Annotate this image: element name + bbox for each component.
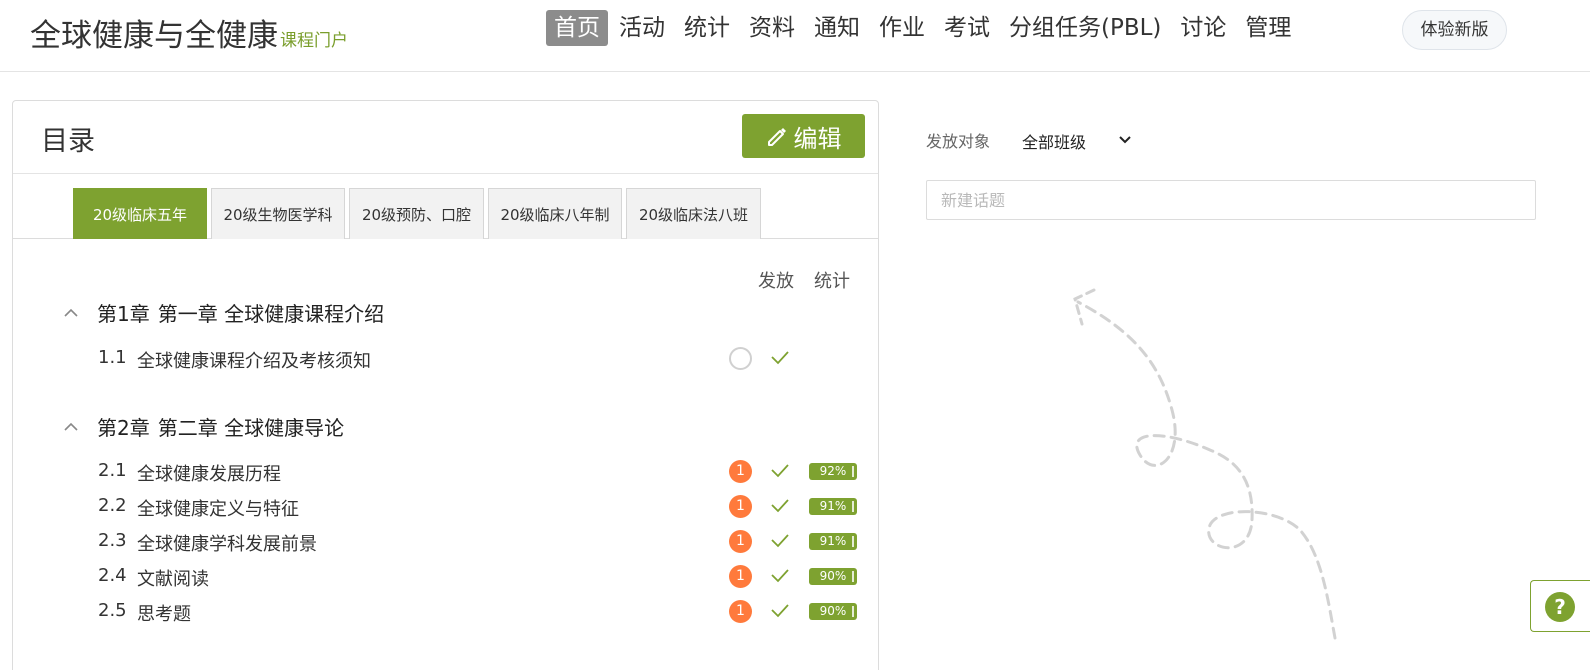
dashed-arrow-illustration: [1073, 288, 1337, 640]
lesson-title[interactable]: 全球健康定义与特征: [137, 495, 299, 521]
publish-count-badge[interactable]: 1: [729, 565, 752, 588]
chevron-down-icon: [1119, 136, 1131, 144]
column-stats-header: 统计: [814, 271, 850, 292]
chevron-up-icon[interactable]: [63, 308, 85, 318]
tab-class-2[interactable]: 20级生物医学科: [211, 188, 345, 239]
lesson-number: 2.1: [98, 460, 127, 481]
catalog-panel: 目录 编辑 20级临床五年 20级生物医学科 20级预防、口腔 20级临床八年制…: [12, 100, 879, 670]
nav-manage[interactable]: 管理: [1237, 9, 1299, 47]
chapter-1-row: 第1章 第一章 全球健康课程介绍: [63, 298, 384, 327]
target-audience-value: 全部班级: [1022, 133, 1087, 152]
check-icon: [770, 602, 790, 623]
nav-homework[interactable]: 作业: [871, 9, 933, 47]
course-portal-label: 课程门户: [280, 31, 348, 51]
lesson-row[interactable]: 2.1 全球健康发展历程 1 92%: [98, 457, 868, 487]
check-icon: [770, 349, 790, 370]
lesson-number: 2.4: [98, 565, 127, 586]
try-new-version-button[interactable]: 体验新版: [1402, 10, 1507, 50]
catalog-title: 目录: [41, 126, 95, 157]
nav-discussion[interactable]: 讨论: [1172, 9, 1234, 47]
lesson-title[interactable]: 全球健康课程介绍及考核须知: [137, 347, 371, 373]
nav-notice[interactable]: 通知: [806, 9, 868, 47]
catalog-header: 目录 编辑: [13, 101, 878, 174]
course-title: 全球健康与全健康: [30, 18, 278, 54]
completion-badge[interactable]: 90%: [809, 603, 857, 620]
check-icon: [770, 497, 790, 518]
help-button[interactable]: ?: [1530, 580, 1590, 632]
chevron-up-icon[interactable]: [63, 422, 85, 432]
lesson-title[interactable]: 思考题: [137, 600, 191, 626]
nav-exam[interactable]: 考试: [936, 9, 998, 47]
publish-count-badge[interactable]: 1: [729, 495, 752, 518]
tab-class-1[interactable]: 20级临床五年: [73, 188, 207, 239]
nav-statistics[interactable]: 统计: [676, 9, 738, 47]
nav-home[interactable]: 首页: [546, 10, 608, 46]
chapter-2-row: 第2章 第二章 全球健康导论: [63, 412, 344, 441]
completion-badge[interactable]: 91%: [809, 498, 857, 515]
lesson-title[interactable]: 全球健康发展历程: [137, 460, 281, 486]
chapter-title[interactable]: 第二章 全球健康导论: [158, 412, 344, 441]
lesson-row[interactable]: 2.4 文献阅读 1 90%: [98, 562, 868, 592]
lesson-row[interactable]: 1.1 全球健康课程介绍及考核须知: [98, 344, 868, 374]
target-audience-select[interactable]: 全部班级: [1015, 126, 1135, 156]
publish-count-badge[interactable]: 1: [729, 600, 752, 623]
tab-class-4[interactable]: 20级临床八年制: [488, 188, 622, 239]
lesson-number: 2.3: [98, 530, 127, 551]
pencil-icon: [767, 128, 786, 146]
lesson-number: 1.1: [98, 347, 127, 368]
edit-button[interactable]: 编辑: [742, 114, 865, 158]
tab-class-3[interactable]: 20级预防、口腔: [349, 188, 484, 239]
lesson-row[interactable]: 2.3 全球健康学科发展前景 1 91%: [98, 527, 868, 557]
lesson-title[interactable]: 全球健康学科发展前景: [137, 530, 317, 556]
lesson-title[interactable]: 文献阅读: [137, 565, 209, 591]
chapter-number: 第1章: [97, 302, 150, 326]
question-icon: ?: [1545, 592, 1575, 622]
publish-count-badge[interactable]: 1: [729, 460, 752, 483]
tab-class-5[interactable]: 20级临床法八班: [626, 188, 761, 239]
column-publish-header: 发放: [758, 271, 794, 292]
new-topic-input[interactable]: [926, 180, 1536, 220]
main-nav: 首页 活动 统计 资料 通知 作业 考试 分组任务(PBL) 讨论 管理: [546, 9, 1302, 47]
check-icon: [770, 567, 790, 588]
nav-activity[interactable]: 活动: [611, 9, 673, 47]
target-audience-label: 发放对象: [926, 132, 991, 151]
class-tabs: 20级临床五年 20级生物医学科 20级预防、口腔 20级临床八年制 20级临床…: [13, 174, 878, 239]
lesson-number: 2.2: [98, 495, 127, 516]
nav-materials[interactable]: 资料: [741, 9, 803, 47]
completion-badge[interactable]: 92%: [809, 463, 857, 480]
nav-group-task[interactable]: 分组任务(PBL): [1001, 9, 1169, 47]
chapter-number: 第2章: [97, 416, 150, 440]
completion-badge[interactable]: 91%: [809, 533, 857, 550]
lesson-number: 2.5: [98, 600, 127, 621]
course-logo[interactable]: 全球健康与全健康 课程门户: [30, 10, 348, 55]
top-header: 全球健康与全健康 课程门户 首页 活动 统计 资料 通知 作业 考试 分组任务(…: [0, 0, 1590, 72]
chapter-title[interactable]: 第一章 全球健康课程介绍: [158, 298, 384, 327]
edit-button-label: 编辑: [793, 124, 842, 153]
completion-badge[interactable]: 90%: [809, 568, 857, 585]
lesson-row[interactable]: 2.2 全球健康定义与特征 1 91%: [98, 492, 868, 522]
unpublished-circle-icon[interactable]: [729, 347, 752, 370]
check-icon: [770, 532, 790, 553]
check-icon: [770, 462, 790, 483]
publish-count-badge[interactable]: 1: [729, 530, 752, 553]
lesson-row[interactable]: 2.5 思考题 1 90%: [98, 597, 868, 627]
